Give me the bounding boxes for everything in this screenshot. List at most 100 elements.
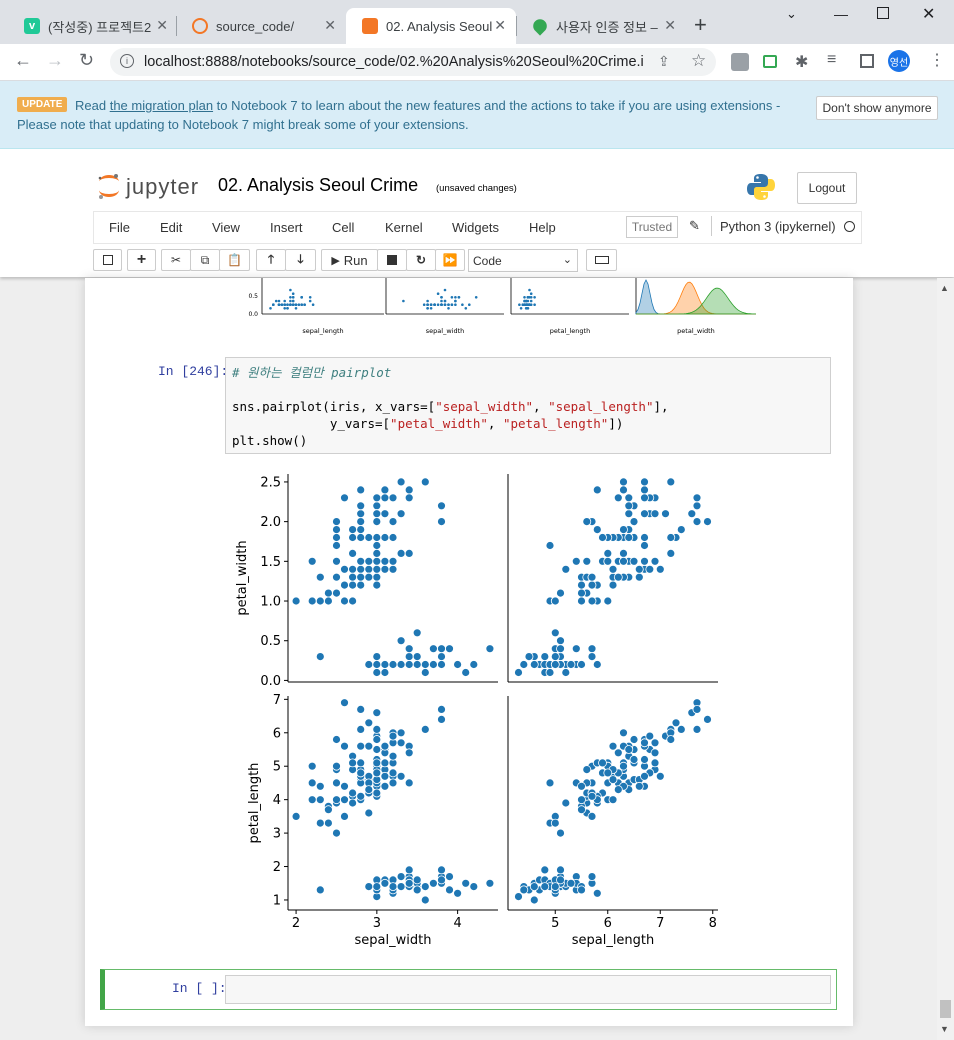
scatter-point bbox=[372, 668, 382, 677]
notebook-title[interactable]: 02. Analysis Seoul Crime bbox=[218, 175, 418, 196]
restart-button[interactable]: ↻ bbox=[406, 249, 436, 271]
fragment-point bbox=[524, 307, 528, 310]
site-info-icon[interactable]: i bbox=[120, 54, 134, 68]
logout-button[interactable]: Logout bbox=[797, 172, 857, 204]
scatter-point bbox=[577, 781, 586, 791]
extension-1-icon[interactable] bbox=[731, 53, 749, 71]
jupyter-logo-icon[interactable] bbox=[96, 172, 122, 200]
command-palette-button[interactable] bbox=[586, 249, 617, 271]
menu-cell[interactable]: Cell bbox=[332, 220, 354, 235]
browser-tab-0[interactable]: v (작성중) 프로젝트2 ✕ bbox=[8, 8, 178, 44]
browser-tab-3[interactable]: 사용자 인증 정보 – ✕ bbox=[516, 8, 686, 44]
scatter-point bbox=[550, 596, 560, 606]
bookmark-star-icon[interactable]: ☆ bbox=[691, 51, 706, 71]
scroll-down-arrow-icon[interactable]: ▼ bbox=[940, 1024, 949, 1034]
scatter-point bbox=[603, 596, 613, 606]
scatter-point bbox=[650, 748, 660, 758]
scatter-point bbox=[404, 865, 414, 875]
browser-menu-icon[interactable]: ⋮ bbox=[929, 50, 945, 70]
menu-view[interactable]: View bbox=[212, 220, 240, 235]
fragment-point bbox=[429, 303, 433, 306]
move-down-button[interactable]: 🡓 bbox=[285, 249, 316, 271]
restart-run-all-button[interactable]: ⏩ bbox=[435, 249, 465, 271]
tab-close-icon[interactable]: ✕ bbox=[664, 17, 676, 34]
maximize-button[interactable] bbox=[877, 7, 889, 19]
scatter-point bbox=[340, 781, 349, 791]
fragment-point bbox=[300, 303, 303, 306]
scroll-up-arrow-icon[interactable]: ▲ bbox=[940, 283, 949, 293]
scatter-point bbox=[396, 872, 406, 882]
run-button[interactable]: ▶ Run bbox=[321, 249, 378, 271]
insert-cell-button[interactable]: + bbox=[127, 249, 156, 271]
share-icon[interactable]: ⇪ bbox=[658, 53, 670, 70]
scatter-point bbox=[404, 485, 414, 495]
extensions-puzzle-icon[interactable]: ✱ bbox=[795, 52, 808, 72]
extension-2-icon[interactable] bbox=[763, 55, 777, 68]
scrollbar-thumb[interactable] bbox=[940, 1000, 951, 1018]
browser-tab-1[interactable]: source_code/ ✕ bbox=[176, 8, 346, 44]
scatter-point bbox=[388, 564, 398, 574]
x-axis-label: sepal_length bbox=[572, 933, 655, 948]
cut-button[interactable]: ✂ bbox=[161, 249, 191, 271]
paste-button[interactable]: 📋 bbox=[219, 249, 250, 271]
scatter-point bbox=[692, 501, 702, 511]
scatter-point bbox=[619, 761, 628, 771]
tab-close-icon[interactable]: ✕ bbox=[494, 17, 506, 34]
scatter-point bbox=[592, 525, 602, 534]
menu-file[interactable]: File bbox=[109, 220, 130, 235]
scatter-point bbox=[624, 509, 634, 519]
scatter-point bbox=[372, 652, 382, 662]
media-control-icon[interactable]: ≡ bbox=[827, 51, 836, 69]
browser-tab-2[interactable]: 02. Analysis Seoul ✕ bbox=[346, 8, 516, 44]
cell-type-select[interactable]: Code ⌄ bbox=[468, 249, 578, 272]
side-panel-icon[interactable] bbox=[860, 54, 874, 68]
tab-close-icon[interactable]: ✕ bbox=[324, 17, 336, 34]
fragment-xlabel: sepal_length bbox=[302, 327, 343, 335]
paste-icon: 📋 bbox=[227, 253, 242, 267]
code-line-3e: ]) bbox=[608, 416, 624, 431]
code-input[interactable]: # 원하는 컬럼만 pairplot sns.pairplot(iris, x_… bbox=[225, 357, 831, 454]
dont-show-anymore-button[interactable]: Don't show anymore bbox=[816, 96, 938, 120]
code-line-3c: , bbox=[487, 416, 503, 431]
forward-arrow-icon[interactable]: → bbox=[46, 50, 64, 71]
save-button[interactable] bbox=[93, 249, 122, 271]
scatter-point bbox=[315, 596, 325, 606]
interrupt-button[interactable] bbox=[377, 249, 407, 271]
scatter-point bbox=[582, 556, 592, 566]
scatter-point bbox=[396, 549, 406, 558]
y-tick-label: 0.0 bbox=[260, 674, 281, 689]
menu-help[interactable]: Help bbox=[529, 220, 556, 235]
minimize-button[interactable]: — bbox=[834, 6, 848, 22]
menu-widgets[interactable]: Widgets bbox=[452, 220, 499, 235]
menu-edit[interactable]: Edit bbox=[160, 220, 182, 235]
menu-insert[interactable]: Insert bbox=[270, 220, 303, 235]
scatter-point bbox=[556, 644, 565, 654]
back-arrow-icon[interactable]: ← bbox=[14, 50, 32, 71]
tab-search-chevron-icon[interactable]: ⌄ bbox=[786, 6, 797, 22]
fragment-point bbox=[291, 296, 295, 299]
fragment-point bbox=[436, 292, 440, 295]
jupyter-logo-text[interactable]: jupyter bbox=[126, 174, 199, 200]
empty-code-input[interactable] bbox=[225, 975, 831, 1004]
address-bar[interactable]: i localhost:8888/notebooks/source_code/0… bbox=[110, 48, 716, 76]
scatter-point bbox=[364, 564, 374, 574]
scatter-point bbox=[412, 875, 422, 885]
move-up-button[interactable]: 🡑 bbox=[256, 249, 286, 271]
trusted-indicator[interactable]: Trusted bbox=[626, 216, 678, 238]
scatter-point bbox=[453, 888, 463, 898]
scatter-point bbox=[372, 788, 382, 798]
tab-close-icon[interactable]: ✕ bbox=[156, 17, 168, 34]
scatter-point bbox=[404, 748, 414, 758]
scatter-point bbox=[412, 660, 422, 669]
scatter-point bbox=[340, 795, 349, 805]
reload-icon[interactable]: ↻ bbox=[79, 50, 94, 71]
migration-plan-link[interactable]: the migration plan bbox=[110, 98, 213, 113]
new-tab-button[interactable]: + bbox=[694, 14, 707, 36]
edit-pencil-icon[interactable]: ✎ bbox=[689, 218, 700, 234]
page-scrollbar[interactable] bbox=[937, 278, 954, 1040]
profile-avatar[interactable]: 영선 bbox=[888, 50, 910, 72]
menu-kernel[interactable]: Kernel bbox=[385, 220, 423, 235]
copy-button[interactable]: ⧉ bbox=[190, 249, 220, 271]
kernel-name[interactable]: Python 3 (ipykernel) bbox=[720, 219, 836, 234]
close-window-button[interactable]: ✕ bbox=[922, 4, 935, 24]
